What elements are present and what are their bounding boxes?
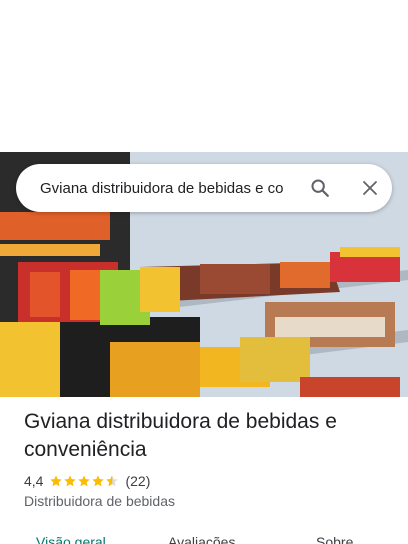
tab-bar: Visão geral Avaliações Sobre bbox=[0, 526, 408, 544]
search-bar[interactable]: Gviana distribuidora de bebidas e co bbox=[16, 164, 392, 212]
map-blank-area bbox=[0, 0, 408, 152]
tab-overview[interactable]: Visão geral bbox=[36, 533, 106, 544]
search-icon[interactable] bbox=[306, 174, 334, 202]
star-icon bbox=[64, 475, 77, 487]
star-half-icon bbox=[106, 475, 119, 487]
rating-value: 4,4 bbox=[24, 473, 44, 489]
place-title: Gviana distribuidora de bebidas e conven… bbox=[24, 410, 337, 461]
place-category[interactable]: Distribuidora de bebidas bbox=[24, 492, 175, 510]
star-icon bbox=[92, 475, 105, 487]
star-rating bbox=[49, 474, 119, 488]
search-input[interactable]: Gviana distribuidora de bebidas e co bbox=[40, 178, 304, 200]
rating-row[interactable]: 4,4 (22) bbox=[24, 472, 150, 490]
tab-reviews[interactable]: Avaliações bbox=[168, 533, 235, 544]
tab-about[interactable]: Sobre bbox=[316, 533, 353, 544]
review-count[interactable]: (22) bbox=[125, 473, 150, 489]
close-icon[interactable] bbox=[356, 174, 384, 202]
star-icon bbox=[50, 475, 63, 487]
star-icon bbox=[78, 475, 91, 487]
